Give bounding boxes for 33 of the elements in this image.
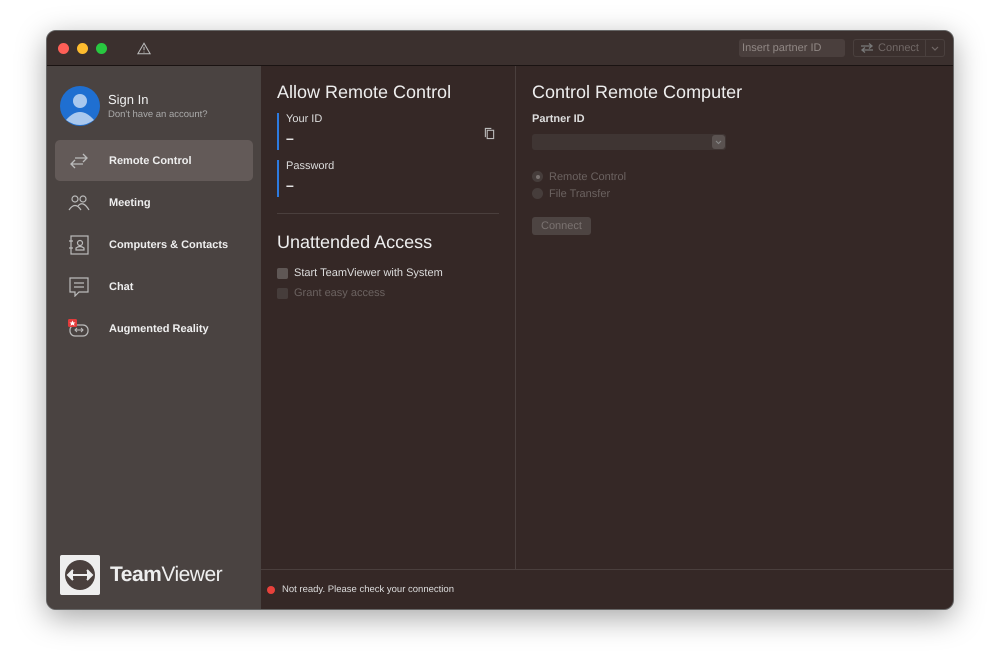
logo-text: TeamViewer [110,563,222,587]
sidebar-item[interactable]: Chat [55,266,253,307]
create-account-link[interactable]: Don't have an account? [108,109,208,120]
logo-icon [60,555,100,595]
field-value: – [286,177,295,193]
section-title: Control Remote Computer [532,82,742,103]
partner-id-field[interactable]: Insert partner ID [739,39,846,57]
warning-icon[interactable] [137,42,151,54]
minimize-button[interactable] [77,42,88,54]
sign-in-link[interactable]: Sign In [108,92,208,107]
section-title: Unattended Access [277,232,434,253]
field-value: – [286,130,295,146]
chevron-down-icon[interactable] [712,135,725,149]
checkbox-option[interactable]: Start TeamViewer with System [277,263,499,283]
field-label: Your ID [286,113,324,125]
section-title: Allow Remote Control [277,82,452,103]
arrows-icon [860,43,874,53]
close-button[interactable] [58,42,69,54]
sidebar-item[interactable]: Meeting [55,182,253,223]
zoom-button[interactable] [96,42,107,54]
chat-icon [67,276,91,296]
sidebar-item[interactable]: Computers & Contacts [55,224,253,265]
sidebar-item[interactable]: Augmented Reality [55,308,253,349]
field-label: Password [286,160,336,172]
field-label: Partner ID [532,113,585,125]
headset-icon [67,318,91,338]
status-message: Not ready. Please check your connection [282,584,454,595]
copy-icon[interactable] [484,127,495,140]
people-icon [67,192,91,212]
chevron-down-icon [931,46,939,50]
contact-card-icon [67,234,91,254]
avatar-icon[interactable] [60,86,100,126]
sidebar-item[interactable]: Remote Control [55,140,253,181]
